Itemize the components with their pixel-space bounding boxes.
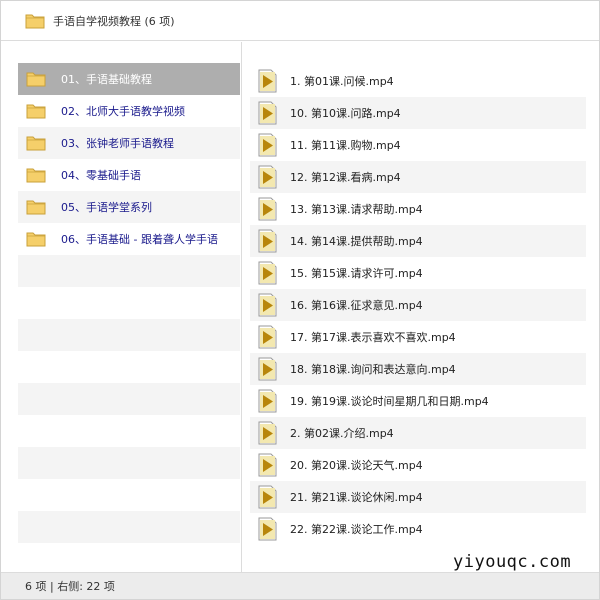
status-bar: 6 项 | 右侧: 22 项 bbox=[1, 572, 599, 599]
folder-list-item[interactable]: 05、手语学堂系列 bbox=[18, 191, 240, 223]
empty-row bbox=[18, 287, 240, 319]
file-label: 15. 第15课.请求许可.mp4 bbox=[290, 267, 423, 280]
folder-list-item[interactable]: 04、零基础手语 bbox=[18, 159, 240, 191]
folder-icon bbox=[26, 103, 46, 119]
folder-label: 02、北师大手语教学视频 bbox=[61, 105, 185, 118]
file-list-item[interactable]: 20. 第20课.谈论天气.mp4 bbox=[250, 449, 586, 481]
file-list-item[interactable]: 18. 第18课.询问和表达意向.mp4 bbox=[250, 353, 586, 385]
file-label: 16. 第16课.征求意见.mp4 bbox=[290, 299, 423, 312]
folder-list-pane: 01、手语基础教程 02、北师大手语教学视频 03、张钟老师手语教程 04、零基础手语… bbox=[1, 42, 242, 572]
folder-label: 03、张钟老师手语教程 bbox=[61, 137, 174, 150]
media-file-icon bbox=[256, 133, 278, 157]
file-label: 11. 第11课.购物.mp4 bbox=[290, 139, 401, 152]
file-list-pane: 1. 第01课.问候.mp4 10. 第10课.问路.mp4 11. 第11课.购物… bbox=[243, 42, 599, 572]
folder-list-item[interactable]: 06、手语基础 - 跟着聋人学手语 bbox=[18, 223, 240, 255]
file-label: 22. 第22课.谈论工作.mp4 bbox=[290, 523, 423, 536]
file-list-item[interactable]: 15. 第15课.请求许可.mp4 bbox=[250, 257, 586, 289]
file-label: 13. 第13课.请求帮助.mp4 bbox=[290, 203, 423, 216]
folder-icon bbox=[25, 13, 45, 29]
media-file-icon bbox=[256, 165, 278, 189]
file-label: 2. 第02课.介绍.mp4 bbox=[290, 427, 394, 440]
empty-row bbox=[18, 479, 240, 511]
empty-row bbox=[18, 415, 240, 447]
file-list-item[interactable]: 14. 第14课.提供帮助.mp4 bbox=[250, 225, 586, 257]
file-label: 14. 第14课.提供帮助.mp4 bbox=[290, 235, 423, 248]
file-list-item[interactable]: 17. 第17课.表示喜欢不喜欢.mp4 bbox=[250, 321, 586, 353]
file-list: 1. 第01课.问候.mp4 10. 第10课.问路.mp4 11. 第11课.购物… bbox=[250, 65, 586, 545]
folder-label: 05、手语学堂系列 bbox=[61, 201, 152, 214]
folder-icon bbox=[26, 231, 46, 247]
file-label: 10. 第10课.问路.mp4 bbox=[290, 107, 401, 120]
file-label: 20. 第20课.谈论天气.mp4 bbox=[290, 459, 423, 472]
empty-row bbox=[18, 511, 240, 543]
folder-icon bbox=[26, 71, 46, 87]
media-file-icon bbox=[256, 293, 278, 317]
media-file-icon bbox=[256, 453, 278, 477]
folder-label: 01、手语基础教程 bbox=[61, 73, 152, 86]
media-file-icon bbox=[256, 325, 278, 349]
file-list-item[interactable]: 2. 第02课.介绍.mp4 bbox=[250, 417, 586, 449]
file-list-item[interactable]: 13. 第13课.请求帮助.mp4 bbox=[250, 193, 586, 225]
explorer-window: 手语自学视频教程 (6 项) 01、手语基础教程 02、北师大手语教学视频 03、张… bbox=[0, 0, 600, 600]
media-file-icon bbox=[256, 101, 278, 125]
status-text: 6 项 | 右侧: 22 项 bbox=[25, 580, 115, 593]
folder-label: 04、零基础手语 bbox=[61, 169, 141, 182]
folder-icon bbox=[26, 199, 46, 215]
file-list-item[interactable]: 22. 第22课.谈论工作.mp4 bbox=[250, 513, 586, 545]
media-file-icon bbox=[256, 197, 278, 221]
window-title: 手语自学视频教程 (6 项) bbox=[53, 14, 175, 28]
watermark: yiyouqc.com bbox=[449, 552, 576, 572]
media-file-icon bbox=[256, 69, 278, 93]
media-file-icon bbox=[256, 229, 278, 253]
folder-list: 01、手语基础教程 02、北师大手语教学视频 03、张钟老师手语教程 04、零基础手语… bbox=[18, 63, 240, 543]
empty-row bbox=[18, 447, 240, 479]
media-file-icon bbox=[256, 389, 278, 413]
media-file-icon bbox=[256, 261, 278, 285]
folder-list-item[interactable]: 03、张钟老师手语教程 bbox=[18, 127, 240, 159]
file-list-item[interactable]: 11. 第11课.购物.mp4 bbox=[250, 129, 586, 161]
file-list-item[interactable]: 12. 第12课.看病.mp4 bbox=[250, 161, 586, 193]
file-list-item[interactable]: 19. 第19课.谈论时间星期几和日期.mp4 bbox=[250, 385, 586, 417]
file-list-item[interactable]: 16. 第16课.征求意见.mp4 bbox=[250, 289, 586, 321]
file-label: 18. 第18课.询问和表达意向.mp4 bbox=[290, 363, 456, 376]
empty-row bbox=[18, 255, 240, 287]
file-list-item[interactable]: 21. 第21课.谈论休闲.mp4 bbox=[250, 481, 586, 513]
title-bar: 手语自学视频教程 (6 项) bbox=[1, 1, 599, 41]
empty-row bbox=[18, 351, 240, 383]
file-label: 17. 第17课.表示喜欢不喜欢.mp4 bbox=[290, 331, 456, 344]
folder-list-item[interactable]: 02、北师大手语教学视频 bbox=[18, 95, 240, 127]
file-list-item[interactable]: 10. 第10课.问路.mp4 bbox=[250, 97, 586, 129]
folder-list-item[interactable]: 01、手语基础教程 bbox=[18, 63, 240, 95]
file-label: 21. 第21课.谈论休闲.mp4 bbox=[290, 491, 423, 504]
media-file-icon bbox=[256, 517, 278, 541]
media-file-icon bbox=[256, 357, 278, 381]
file-label: 12. 第12课.看病.mp4 bbox=[290, 171, 401, 184]
media-file-icon bbox=[256, 421, 278, 445]
folder-icon bbox=[26, 135, 46, 151]
file-label: 1. 第01课.问候.mp4 bbox=[290, 75, 394, 88]
media-file-icon bbox=[256, 485, 278, 509]
empty-row bbox=[18, 383, 240, 415]
folder-label: 06、手语基础 - 跟着聋人学手语 bbox=[61, 233, 218, 246]
folder-icon bbox=[26, 167, 46, 183]
file-label: 19. 第19课.谈论时间星期几和日期.mp4 bbox=[290, 395, 489, 408]
file-list-item[interactable]: 1. 第01课.问候.mp4 bbox=[250, 65, 586, 97]
empty-row bbox=[18, 319, 240, 351]
